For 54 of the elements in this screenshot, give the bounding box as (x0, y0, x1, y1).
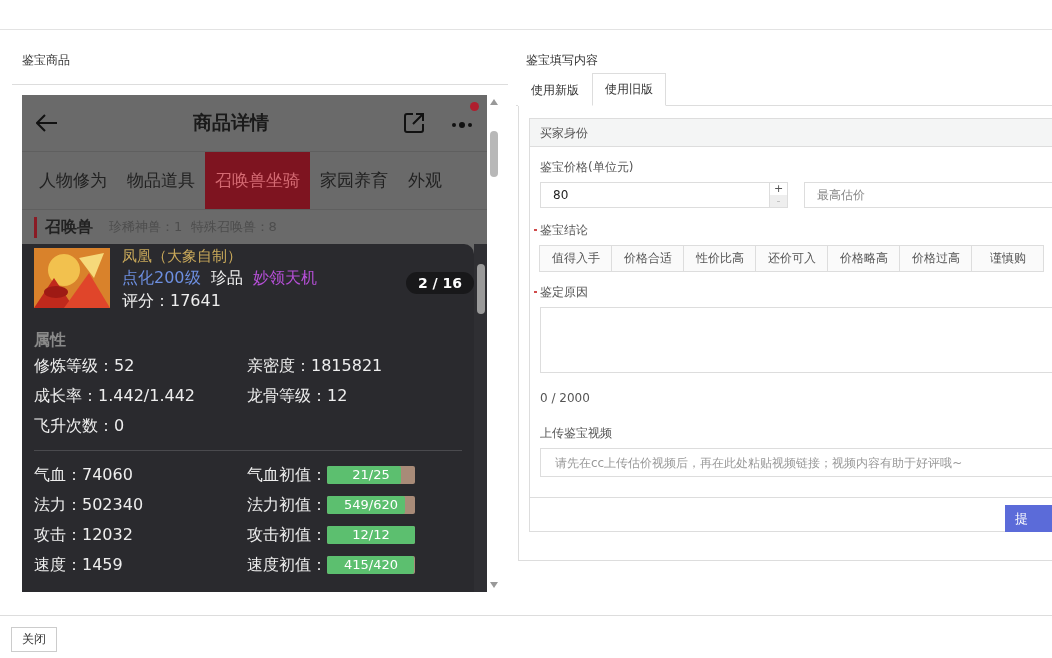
conclusion-option[interactable]: 值得入手 (539, 245, 612, 272)
conclusion-option[interactable]: 价格略高 (827, 245, 900, 272)
stat-text: 法力：502340 (34, 494, 145, 515)
field-label: 鉴定原因 (540, 284, 588, 301)
attributes-heading: 属性 (34, 330, 67, 351)
section-header: 买家身份 (530, 119, 1052, 147)
submit-button[interactable]: 提 (1005, 505, 1052, 532)
stat-reading: 21/25 (351, 465, 391, 484)
pet-tag: 点化200级 (122, 268, 201, 289)
conclusion-option[interactable]: 价格过高 (899, 245, 972, 272)
conclusion-option[interactable]: 还价可入 (755, 245, 828, 272)
more-icon[interactable] (451, 120, 473, 129)
attribute-text: 成长率：1.442/1.442 (34, 385, 196, 406)
version-tab[interactable]: 使用旧版 (592, 73, 666, 106)
conclusion-option[interactable]: 性价比高 (683, 245, 756, 272)
conclusion-option[interactable]: 价格合适 (611, 245, 684, 272)
stat-text: 攻击：12032 (34, 524, 134, 545)
field-label: 鉴宝价格(单位元) (540, 159, 635, 176)
field-label: 上传鉴宝视频 (540, 425, 613, 442)
stat-reading: 549/620 (343, 495, 399, 514)
price-input[interactable]: 80 (540, 182, 770, 208)
page-title: 商品详情 (192, 110, 269, 135)
max-price-input[interactable]: 最高估价 (804, 182, 1052, 208)
stat-text: 气血：74060 (34, 464, 134, 485)
share-icon[interactable] (403, 112, 425, 134)
section-title: 召唤兽 (34, 216, 93, 238)
stat-reading: 415/420 (343, 555, 399, 574)
stat-label: 法力初值： (247, 494, 327, 515)
panel-title: 鉴宝填写内容 (525, 52, 599, 69)
attribute-text: 龙骨等级：12 (247, 385, 349, 406)
scroll-up-arrow[interactable] (489, 99, 498, 105)
score-text: 评分：17641 (122, 291, 222, 312)
pet-tag: 珍品 (210, 268, 243, 289)
scrollbar-thumb[interactable] (489, 130, 498, 177)
stat-reading: 12/12 (351, 525, 391, 544)
attribute-text: 飞升次数：0 (34, 415, 126, 436)
field-label: 鉴宝结论 (540, 222, 588, 239)
character-counter: 0 / 2000 (540, 391, 591, 405)
back-arrow-icon[interactable] (36, 114, 58, 132)
stat-label: 速度初值： (247, 554, 327, 575)
close-button[interactable]: 关闭 (11, 627, 57, 652)
pet-tag: 妙领天机 (252, 268, 317, 289)
stat-text: 速度：1459 (34, 554, 124, 575)
panel-title: 鉴宝商品 (12, 30, 508, 85)
scrollbar-thumb[interactable] (476, 264, 485, 314)
stat-label: 气血初值： (247, 464, 327, 485)
attribute-text: 修炼等级：52 (34, 355, 136, 376)
stat-label: 攻击初值： (247, 524, 327, 545)
attribute-text: 亲密度：1815821 (247, 355, 384, 376)
page-counter: 2 / 16 (405, 272, 474, 294)
scroll-down-arrow[interactable] (489, 582, 498, 588)
video-link-input[interactable]: 请先在cc上传估价视频后，再在此处粘贴视频链接；视频内容有助于好评哦~ (540, 448, 1052, 477)
pet-name: 凤凰（大象自制） (122, 246, 243, 266)
conclusion-option[interactable]: 谨慎购 (971, 245, 1044, 272)
